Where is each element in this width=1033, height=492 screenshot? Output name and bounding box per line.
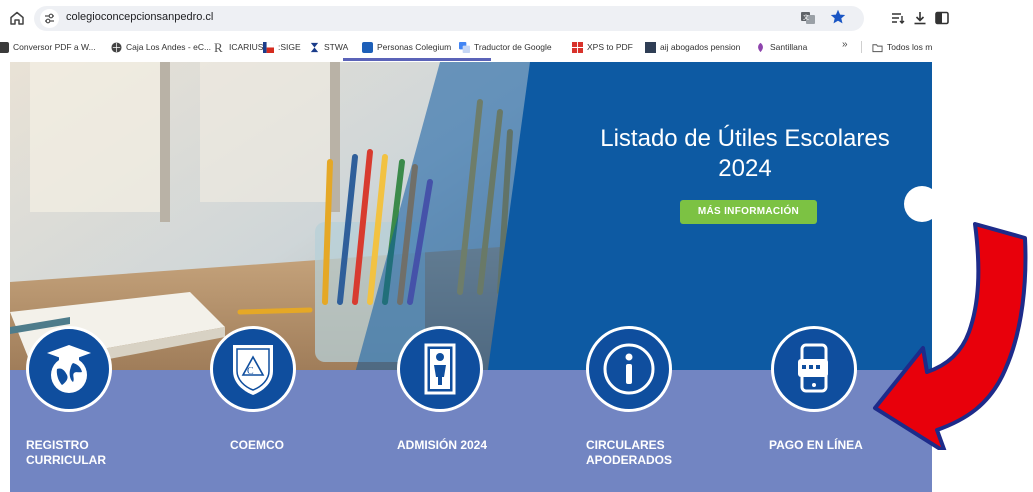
mobile-payment-icon (798, 343, 828, 393)
service-label[interactable]: REGISTRO CURRICULAR (26, 438, 156, 468)
reading-list-icon[interactable] (890, 10, 906, 26)
url-text[interactable]: colegioconcepcionsanpedro.cl (66, 11, 213, 23)
graduation-globe-icon (47, 345, 91, 393)
bookmark-xps-to-pdf[interactable]: XPS to PDF (572, 39, 633, 55)
service-circle[interactable] (26, 326, 112, 412)
r-logo-icon: R (214, 39, 223, 55)
aij-icon (645, 41, 656, 53)
bookmark-all-folder[interactable]: Todos los m (872, 39, 932, 55)
service-label[interactable]: ADMISIÓN 2024 (397, 438, 527, 453)
info-icon (603, 343, 655, 395)
bookmark-sige[interactable]: :SIGE (263, 39, 301, 55)
more-info-button[interactable]: MÁS INFORMACIÓN (680, 200, 817, 224)
bookmark-icarius[interactable]: R ICARIUS (214, 39, 263, 55)
bookmark-aij-abogados[interactable]: aij abogados pension (645, 39, 740, 55)
bookmark-santillana[interactable]: Santillana (755, 39, 807, 55)
bookmark-star-icon[interactable] (829, 8, 847, 26)
slider-next-button[interactable] (904, 186, 940, 222)
bookmarks-divider (861, 41, 862, 53)
bookmark-traductor-google[interactable]: Traductor de Google (459, 39, 552, 55)
bookmark-caja-los-andes[interactable]: Caja Los Andes - eC... (111, 39, 211, 55)
svg-text:文: 文 (803, 14, 809, 22)
service-circle[interactable] (397, 326, 483, 412)
flag-icon (263, 41, 274, 53)
svg-text:C: C (247, 366, 254, 377)
santillana-icon (758, 42, 763, 52)
service-label[interactable]: CIRCULARES APODERADOS (586, 438, 716, 468)
browser-toolbar: colegioconcepcionsanpedro.cl 文 (0, 0, 1033, 36)
google-translate-icon (459, 41, 470, 53)
download-icon[interactable] (912, 10, 928, 26)
xps-icon (572, 41, 583, 53)
service-circle[interactable] (771, 326, 857, 412)
pdf-converter-icon (0, 41, 9, 53)
red-pointer-arrow-icon (873, 222, 1028, 450)
more-bookmarks-button[interactable]: » (842, 39, 848, 50)
bookmark-personas-colegium[interactable]: Personas Colegium (362, 39, 451, 55)
service-circle[interactable] (586, 326, 672, 412)
translate-icon[interactable]: 文 (800, 10, 816, 26)
side-panel-icon[interactable] (934, 10, 950, 26)
bookmark-stwa[interactable]: STWA (309, 39, 348, 55)
loading-indicator (343, 58, 491, 61)
door-person-icon (424, 343, 456, 395)
home-icon[interactable] (8, 9, 26, 27)
service-label[interactable]: COEMCO (230, 438, 360, 453)
site-settings-icon[interactable] (40, 9, 59, 28)
bookmark-conversor-pdf[interactable]: Conversor PDF a W... (0, 39, 96, 55)
hourglass-icon (310, 42, 319, 52)
hero-title: Listado de Útiles Escolares 2024 (600, 125, 890, 182)
service-circle[interactable]: C (210, 326, 296, 412)
address-bar[interactable]: colegioconcepcionsanpedro.cl 文 (34, 6, 864, 31)
globe-icon (111, 41, 122, 53)
web-page: Listado de Útiles Escolares 2024 MÁS INF… (0, 58, 1033, 492)
bookmarks-bar: Conversor PDF a W... Caja Los Andes - eC… (0, 36, 1033, 58)
folder-icon (872, 43, 883, 52)
colegium-icon (362, 41, 373, 53)
coemco-shield-icon: C (233, 345, 273, 395)
